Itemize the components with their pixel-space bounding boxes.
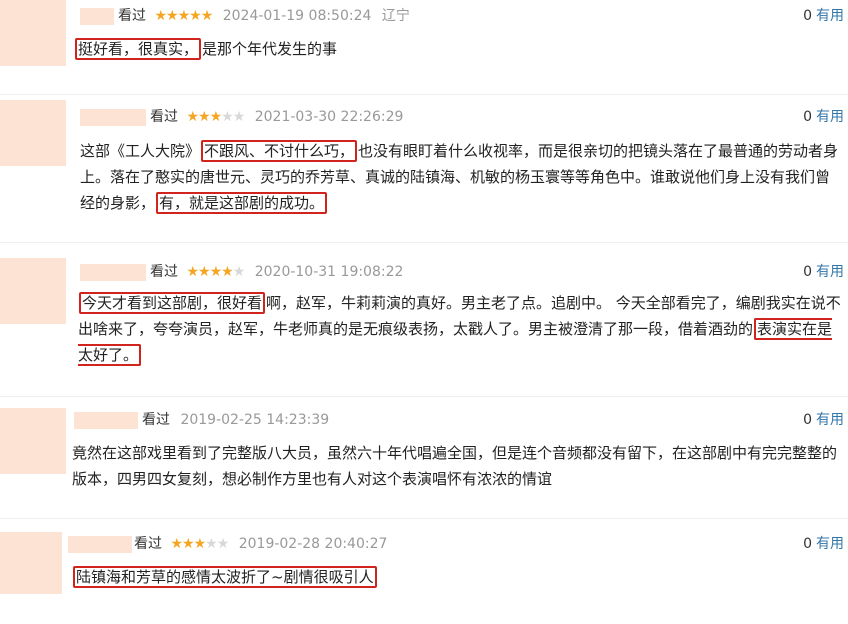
divider bbox=[0, 396, 848, 397]
star-empty-icon: ★ bbox=[221, 109, 234, 125]
review-item: 看过 ★★★★★ 2020-10-31 19:08:22 0 有用 今天才看到这部… bbox=[0, 252, 848, 392]
useful-button[interactable]: 有用 bbox=[816, 8, 844, 24]
review-meta: 看过 2019-02-25 14:23:39 bbox=[142, 410, 329, 430]
watched-label: 看过 bbox=[134, 536, 162, 552]
star-filled-icon: ★ bbox=[200, 8, 214, 24]
star-filled-icon: ★ bbox=[154, 8, 167, 24]
useful-count: 0 bbox=[803, 412, 812, 428]
review-item: 看过 ★★★★★ 2021-03-30 22:26:29 0 有用 这部《工人大院… bbox=[0, 100, 848, 240]
star-filled-icon: ★ bbox=[221, 264, 234, 280]
watched-label: 看过 bbox=[118, 8, 146, 24]
useful-vote[interactable]: 0 有用 bbox=[803, 262, 844, 282]
highlighted-text: 有，就是这部剧的成功。 bbox=[156, 192, 328, 214]
star-empty-icon: ★ bbox=[232, 109, 246, 125]
useful-button[interactable]: 有用 bbox=[816, 264, 844, 280]
review-date: 2019-02-28 20:40:27 bbox=[238, 536, 388, 552]
highlighted-text: 挺好看，很真实， bbox=[75, 38, 202, 60]
review-content: 陆镇海和芳草的感情太波折了~剧情很吸引人 bbox=[72, 564, 842, 590]
star-filled-icon: ★ bbox=[189, 8, 202, 24]
useful-button[interactable]: 有用 bbox=[816, 109, 844, 125]
review-date: 2024-01-19 08:50:24 bbox=[222, 8, 372, 24]
avatar[interactable] bbox=[0, 258, 66, 324]
useful-count: 0 bbox=[803, 264, 812, 280]
watched-label: 看过 bbox=[150, 109, 178, 125]
rating-stars: ★★★★★ bbox=[170, 534, 230, 554]
username[interactable] bbox=[68, 536, 132, 553]
rating-stars: ★★★★★ bbox=[154, 6, 214, 26]
rating-stars: ★★★★★ bbox=[186, 107, 246, 127]
star-filled-icon: ★ bbox=[209, 264, 223, 280]
review-item: 看过 2019-02-25 14:23:39 0 有用 竟然在这部戏里看到了完整版… bbox=[0, 404, 848, 514]
username[interactable] bbox=[74, 412, 138, 429]
highlighted-text: 今天才看到这部剧，很好看 bbox=[79, 292, 266, 314]
divider bbox=[0, 242, 848, 243]
star-filled-icon: ★ bbox=[182, 536, 195, 552]
useful-vote[interactable]: 0 有用 bbox=[803, 534, 844, 554]
star-empty-icon: ★ bbox=[216, 536, 230, 552]
star-filled-icon: ★ bbox=[186, 264, 199, 280]
review-content: 今天才看到这部剧，很好看 啊，赵军，牛莉莉演的真好。男主老了点。追剧中。 今天全部… bbox=[78, 290, 844, 368]
highlighted-text: 陆镇海和芳草的感情太波折了~剧情很吸引人 bbox=[73, 566, 377, 588]
review-item: 看过 ★★★★★ 2024-01-19 08:50:24 辽宁 0 有用 挺好看，… bbox=[0, 0, 848, 80]
avatar[interactable] bbox=[0, 100, 66, 166]
useful-count: 0 bbox=[803, 109, 812, 125]
avatar[interactable] bbox=[0, 408, 66, 474]
review-text: 这部《工人大院》 bbox=[80, 142, 201, 160]
star-empty-icon: ★ bbox=[232, 264, 246, 280]
review-text: 是那个年代发生的事 bbox=[202, 40, 338, 58]
star-filled-icon: ★ bbox=[166, 8, 179, 24]
useful-button[interactable]: 有用 bbox=[816, 536, 844, 552]
review-date: 2020-10-31 19:08:22 bbox=[254, 264, 404, 280]
review-location: 辽宁 bbox=[381, 8, 410, 24]
divider bbox=[0, 94, 848, 95]
rating-stars: ★★★★★ bbox=[186, 262, 246, 282]
review-item: 看过 ★★★★★ 2019-02-28 20:40:27 0 有用 陆镇海和芳草的… bbox=[0, 528, 848, 624]
useful-vote[interactable]: 0 有用 bbox=[803, 6, 844, 26]
review-meta: 看过 ★★★★★ 2021-03-30 22:26:29 bbox=[150, 107, 403, 127]
username[interactable] bbox=[80, 109, 146, 126]
username[interactable] bbox=[80, 8, 114, 25]
review-content: 这部《工人大院》 不跟风、不讨什么巧， 也没有眼盯着什么收视率，而是很亲切的把镜头落… bbox=[80, 138, 844, 216]
watched-label: 看过 bbox=[150, 264, 178, 280]
review-meta: 看过 ★★★★★ 2019-02-28 20:40:27 bbox=[134, 534, 387, 554]
useful-count: 0 bbox=[803, 536, 812, 552]
username[interactable] bbox=[80, 264, 146, 281]
review-meta: 看过 ★★★★★ 2024-01-19 08:50:24 辽宁 bbox=[118, 6, 410, 26]
review-date: 2019-02-25 14:23:39 bbox=[180, 412, 330, 428]
highlighted-text: 不跟风、不讨什么巧， bbox=[201, 140, 358, 162]
star-filled-icon: ★ bbox=[198, 264, 211, 280]
avatar[interactable] bbox=[0, 0, 66, 66]
star-filled-icon: ★ bbox=[209, 109, 223, 125]
useful-vote[interactable]: 0 有用 bbox=[803, 107, 844, 127]
review-text: 竟然在这部戏里看到了完整版八大员，虽然六十年代唱遍全国，但是连个音频都没有留下，… bbox=[72, 444, 838, 488]
useful-count: 0 bbox=[803, 8, 812, 24]
star-filled-icon: ★ bbox=[198, 109, 211, 125]
star-filled-icon: ★ bbox=[186, 109, 199, 125]
star-filled-icon: ★ bbox=[193, 536, 207, 552]
useful-vote[interactable]: 0 有用 bbox=[803, 410, 844, 430]
review-content: 挺好看，很真实， 是那个年代发生的事 bbox=[74, 36, 840, 62]
star-filled-icon: ★ bbox=[177, 8, 191, 24]
avatar[interactable] bbox=[0, 532, 62, 594]
watched-label: 看过 bbox=[142, 412, 170, 428]
star-filled-icon: ★ bbox=[170, 536, 183, 552]
review-content: 竟然在这部戏里看到了完整版八大员，虽然六十年代唱遍全国，但是连个音频都没有留下，… bbox=[72, 440, 842, 492]
review-meta: 看过 ★★★★★ 2020-10-31 19:08:22 bbox=[150, 262, 403, 282]
useful-button[interactable]: 有用 bbox=[816, 412, 844, 428]
divider bbox=[0, 518, 848, 519]
review-date: 2021-03-30 22:26:29 bbox=[254, 109, 404, 125]
star-empty-icon: ★ bbox=[205, 536, 218, 552]
